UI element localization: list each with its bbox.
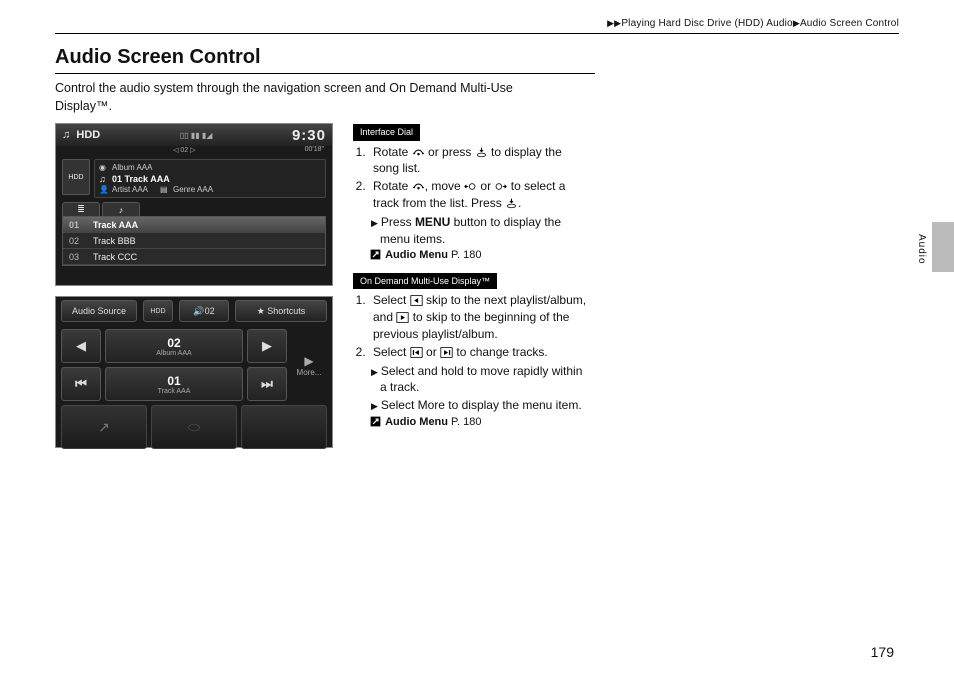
- header-rule: [55, 33, 899, 34]
- side-tab-label: Audio: [916, 234, 927, 265]
- track-row: 03 Track CCC: [63, 249, 325, 265]
- step: Rotate , move or to select a track from …: [369, 178, 591, 212]
- intro-text: Control the audio system through the nav…: [55, 80, 899, 115]
- page-number: 179: [871, 644, 894, 660]
- audio-source-button: Audio Source: [61, 300, 137, 322]
- bottom-button-3: [241, 405, 327, 449]
- move-right-icon: [494, 180, 507, 193]
- page-title: Audio Screen Control: [55, 46, 899, 69]
- side-tab: [932, 222, 954, 272]
- track-list: 01 Track AAA 02 Track BBB 03 Track CCC: [62, 216, 326, 266]
- sub-step: ▶Press MENU button to display the menu i…: [371, 214, 591, 248]
- link-ref: Audio Menu P. 180: [369, 415, 591, 430]
- skip-prev-box-icon: [410, 294, 423, 307]
- link-icon: [369, 248, 382, 261]
- hdd-indicator: HDD: [143, 300, 173, 322]
- move-left-icon: [464, 180, 477, 193]
- skip-next-box-icon: [396, 311, 409, 324]
- rotate-dial-icon: [412, 146, 425, 159]
- link-icon: [369, 415, 382, 428]
- bottom-button-1: ↗: [61, 405, 147, 449]
- interface-dial-label: Interface Dial: [353, 124, 420, 141]
- next-album-button: ▶: [247, 329, 287, 363]
- sub-step: ▶Select More to display the menu item.: [371, 397, 591, 414]
- tab-tracks-icon: ≣: [62, 202, 100, 216]
- rotate-dial-icon: [412, 180, 425, 193]
- multi-use-display-label: On Demand Multi-Use Display™: [353, 273, 497, 290]
- track-next-box-icon: [440, 346, 453, 359]
- step: Select or to change tracks.: [369, 344, 591, 361]
- next-track-button: ⏭: [247, 367, 287, 401]
- hdd-source-icon: HDD: [62, 159, 90, 195]
- track-display: 01 Track AAA: [105, 367, 243, 401]
- track-row: 02 Track BBB: [63, 233, 325, 249]
- sub-step: ▶Select and hold to move rapidly within …: [371, 363, 591, 397]
- step: Select skip to the next playlist/album, …: [369, 292, 591, 342]
- more-button: ▶ More...: [291, 329, 327, 401]
- press-dial-icon: [475, 146, 488, 159]
- track-prev-box-icon: [410, 346, 423, 359]
- step: Rotate or press to display the song list…: [369, 144, 591, 178]
- breadcrumb: ▶▶Playing Hard Disc Drive (HDD) Audio▶Au…: [55, 18, 899, 29]
- tab-music-icon: ♪: [102, 202, 140, 216]
- track-row: 01 Track AAA: [63, 217, 325, 233]
- prev-album-button: ◀: [61, 329, 101, 363]
- bottom-button-2: ⬭: [151, 405, 237, 449]
- prev-track-button: ⏮: [61, 367, 101, 401]
- nav-screen-screenshot: ♫ HDD ▯▯ ▮▮ ▮◢ 9:30 ◁ 02 ▷ 00'18" HDD ◉A…: [55, 123, 333, 286]
- album-display: 02 Album AAA: [105, 329, 243, 363]
- title-rule: [55, 73, 595, 74]
- touch-screen-screenshot: Audio Source HDD 🔊 02 ★ Shortcuts ◀ 02 A…: [55, 296, 333, 448]
- link-ref: Audio Menu P. 180: [369, 248, 591, 263]
- volume-indicator: 🔊 02: [179, 300, 229, 322]
- press-dial-icon: [505, 197, 518, 210]
- shortcuts-button: ★ Shortcuts: [235, 300, 327, 322]
- instructions-column: Interface Dial Rotate or press to displa…: [353, 123, 591, 448]
